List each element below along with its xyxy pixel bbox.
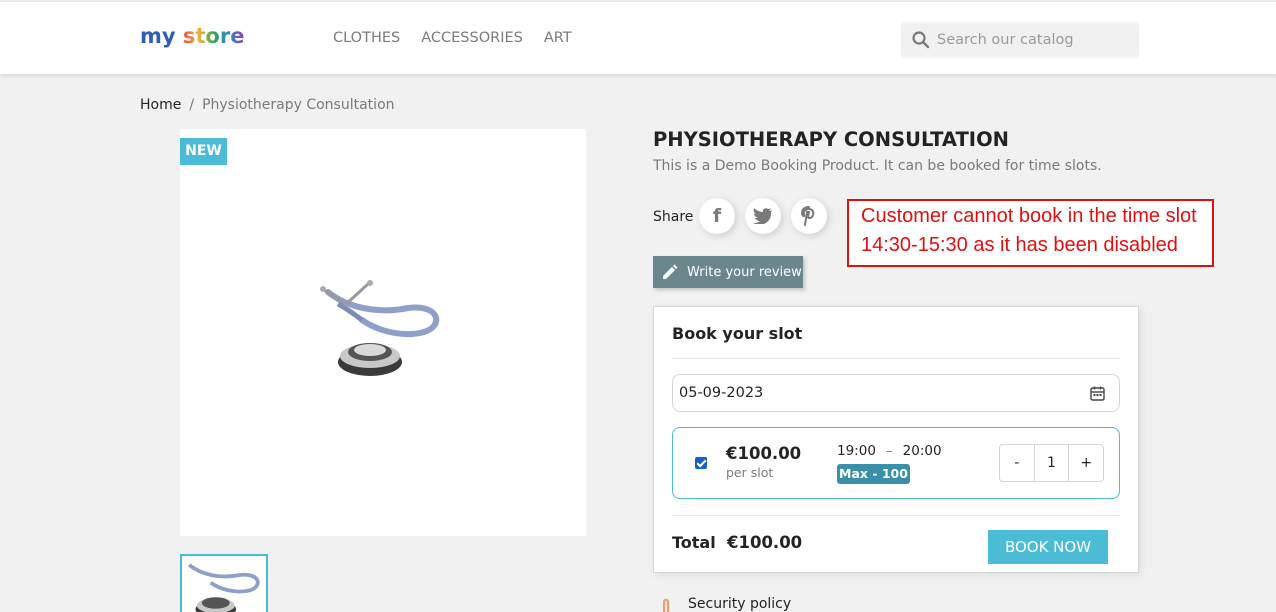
stethoscope-thumbnail-icon [187,563,260,612]
booking-title: Book your slot [672,324,803,343]
nav-item-art[interactable]: ART [544,30,572,46]
quantity-input[interactable]: 1 [1033,445,1070,481]
product-description: This is a Demo Booking Product. It can b… [653,158,1102,174]
time-slot-row: €100.00 per slot 19:00 – 20:00 Max - 100… [672,427,1120,499]
annotation-line-2: 14:30-15:30 as it has been disabled [861,234,1178,256]
logo-word-store: store [182,24,245,48]
main-nav: CLOTHES ACCESSORIES ART [333,30,572,46]
logo-word-my: my [140,24,176,48]
search-input[interactable] [937,22,1132,58]
pencil-icon [663,264,678,279]
write-review-button[interactable]: Write your review [653,256,803,288]
book-now-button[interactable]: BOOK NOW [988,530,1108,564]
date-value: 05-09-2023 [679,385,764,401]
facebook-icon[interactable]: f [699,198,735,234]
slot-time-separator: – [885,443,893,459]
total-label: Total [672,533,716,552]
slot-per-label: per slot [726,465,774,480]
breadcrumb-separator: / [189,97,195,113]
product-thumbnail[interactable] [180,554,268,612]
divider [672,358,1120,359]
twitter-icon[interactable] [745,198,781,234]
quantity-increase-button[interactable]: + [1069,445,1103,481]
annotation-callout: Customer cannot book in the time slot 14… [847,199,1214,267]
slot-time-start: 19:00 [837,443,876,459]
breadcrumb-current: Physiotherapy Consultation [202,97,395,113]
search-box [901,22,1139,58]
quantity-decrease-button[interactable]: - [1000,445,1034,481]
date-picker-field[interactable]: 05-09-2023 [672,374,1120,412]
share-label: Share [653,209,694,225]
nav-item-clothes[interactable]: CLOTHES [333,30,400,46]
annotation-line-1: Customer cannot book in the time slot [861,205,1197,227]
booking-panel: Book your slot 05-09-2023 €100.00 per sl… [653,306,1139,573]
site-header: my store CLOTHES ACCESSORIES ART [0,0,1276,74]
security-policy-label: Security policy [688,596,792,612]
breadcrumb: Home / Physiotherapy Consultation [140,97,395,113]
nav-item-accessories[interactable]: ACCESSORIES [421,30,523,46]
write-review-label: Write your review [687,264,802,280]
slot-time-end: 20:00 [902,443,942,459]
slot-time-range: 19:00 – 20:00 [837,443,942,459]
stethoscope-image [320,280,440,376]
new-badge: NEW [180,138,227,165]
paperclip-icon [662,598,670,612]
slot-price: €100.00 [726,444,802,463]
divider [672,515,1120,516]
slot-checkbox[interactable] [695,457,707,469]
slot-max-badge: Max - 100 [837,464,910,484]
product-title: PHYSIOTHERAPY CONSULTATION [653,128,1009,151]
pinterest-icon[interactable] [791,198,827,234]
quantity-stepper: - 1 + [999,444,1104,482]
total-value: €100.00 [727,533,803,552]
breadcrumb-home[interactable]: Home [140,97,181,113]
calendar-icon[interactable] [1090,386,1105,401]
security-policy: Security policy [660,594,791,612]
search-icon[interactable] [911,30,931,50]
store-logo[interactable]: my store [140,24,244,48]
